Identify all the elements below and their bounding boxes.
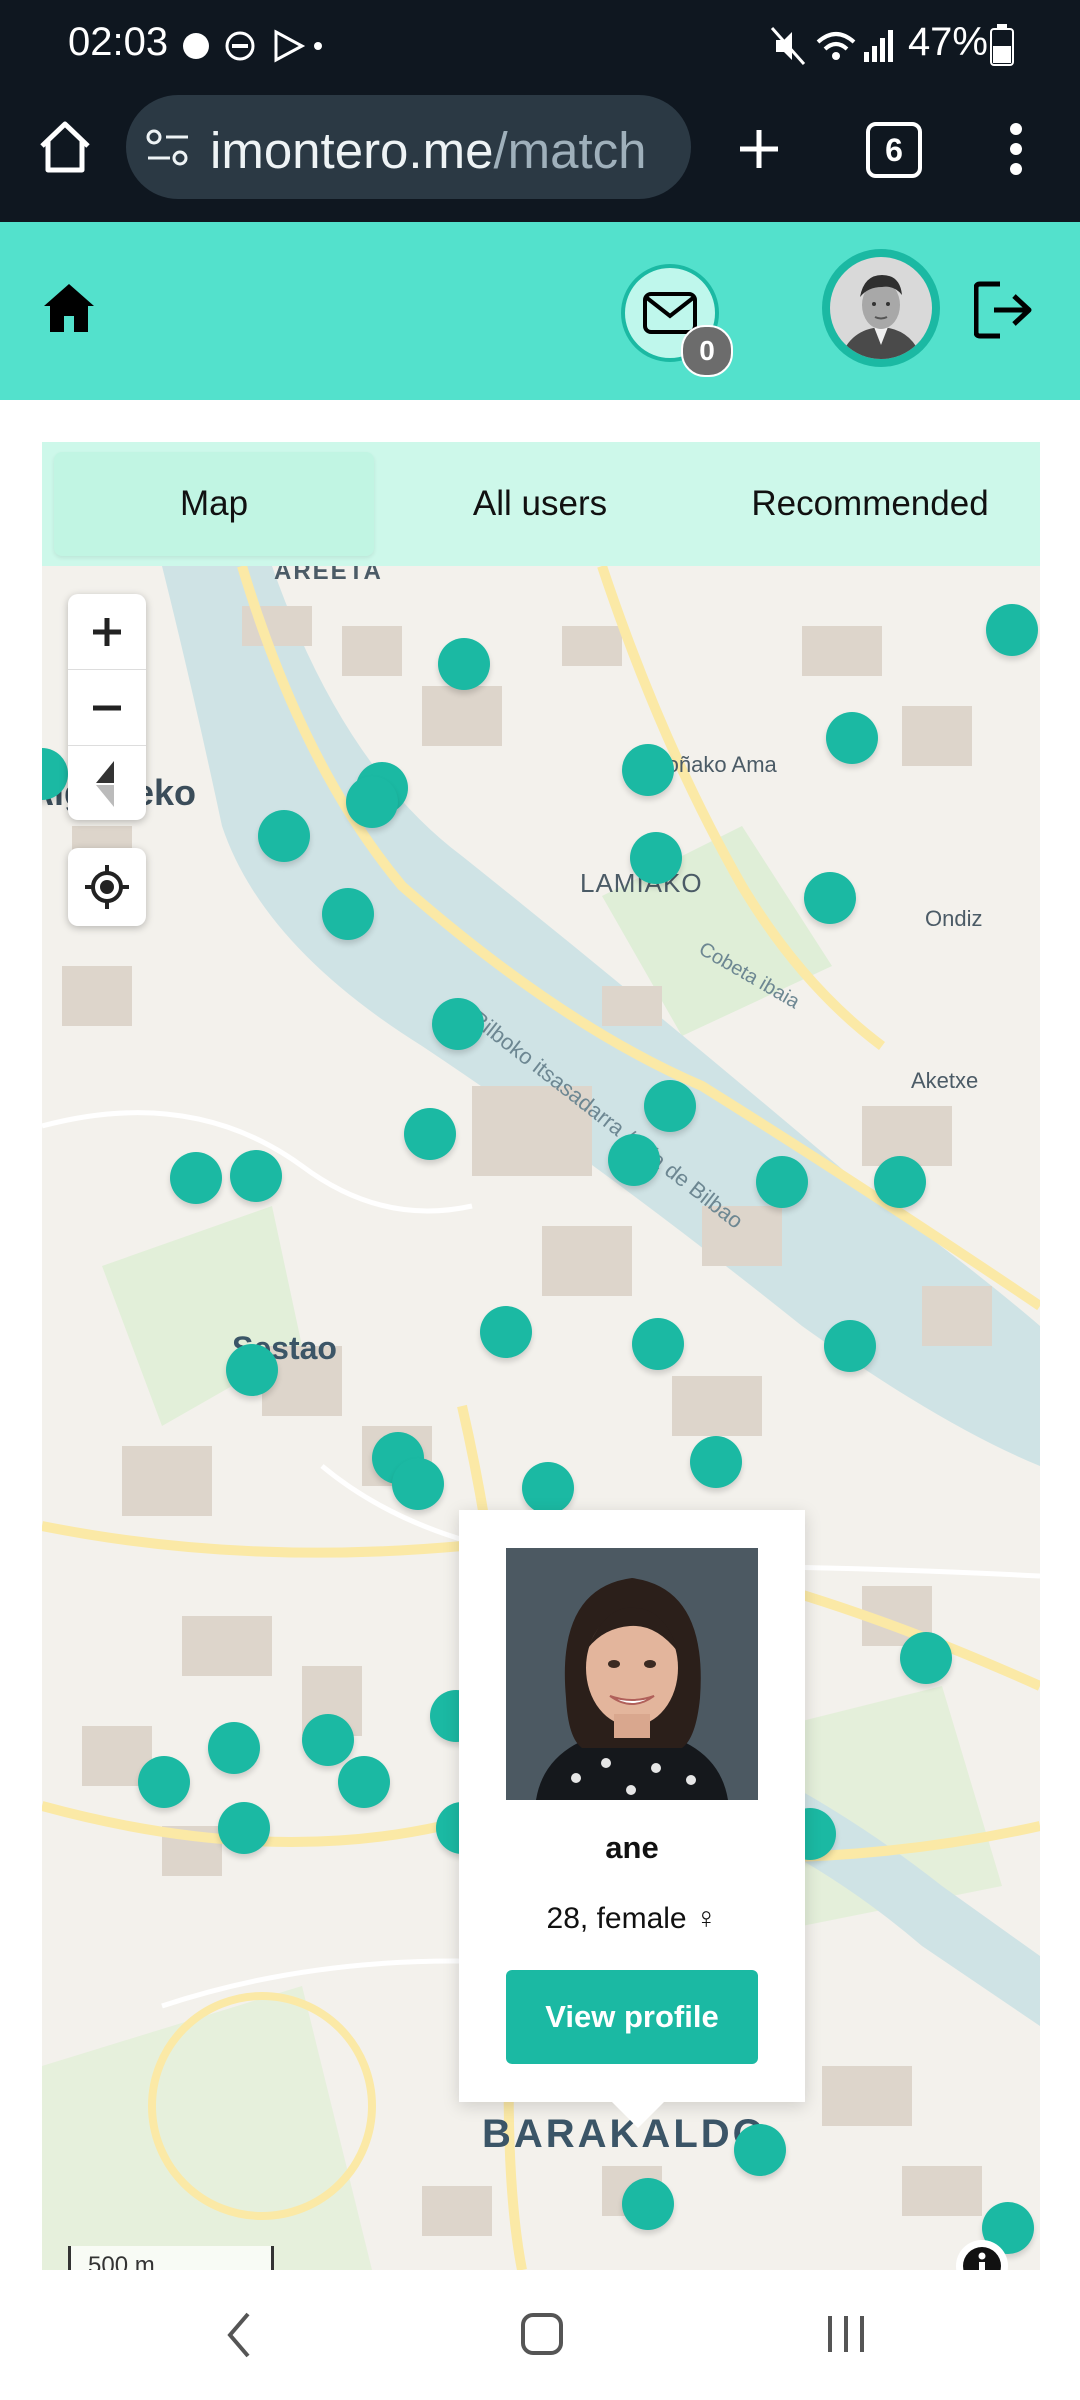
compass-icon: [96, 760, 114, 807]
user-marker[interactable]: [208, 1722, 260, 1774]
compass-button[interactable]: [68, 746, 146, 821]
user-marker[interactable]: [644, 1080, 696, 1132]
user-marker[interactable]: [734, 2124, 786, 2176]
popup-pointer: [612, 2102, 664, 2128]
connectivity-icons: [770, 27, 893, 65]
user-marker[interactable]: [824, 1320, 876, 1372]
locate-icon: [85, 865, 129, 909]
browser-home-icon[interactable]: [38, 118, 92, 176]
user-marker[interactable]: [218, 1802, 270, 1854]
recents-icon[interactable]: [824, 2312, 868, 2356]
plus-icon: [93, 617, 121, 646]
user-marker[interactable]: [804, 872, 856, 924]
user-marker[interactable]: [874, 1156, 926, 1208]
mail-icon: [643, 292, 697, 334]
user-marker[interactable]: [258, 810, 310, 862]
system-navigation-bar: [0, 2270, 1080, 2400]
popup-username: ane: [605, 1830, 659, 1865]
status-bar: 02:03 47%: [0, 0, 1080, 88]
zoom-in-button[interactable]: [68, 594, 146, 669]
site-settings-icon[interactable]: [146, 128, 192, 168]
user-marker[interactable]: [338, 1756, 390, 1808]
user-marker[interactable]: [432, 998, 484, 1050]
zoom-out-button[interactable]: [68, 670, 146, 745]
profile-portrait: [506, 1548, 758, 1800]
map-label-aketxe: Aketxe: [911, 1068, 979, 1093]
status-time: 02:03: [68, 20, 169, 64]
user-marker[interactable]: [226, 1344, 278, 1396]
url-host: imontero.me: [210, 122, 494, 179]
minus-icon: [93, 705, 121, 710]
user-marker[interactable]: [608, 1134, 660, 1186]
user-marker[interactable]: [826, 712, 878, 764]
new-tab-icon[interactable]: [736, 126, 782, 172]
view-tabs: Map All users Recommended: [42, 442, 1040, 566]
geolocate-button[interactable]: [68, 848, 146, 926]
user-marker[interactable]: [170, 1152, 222, 1204]
user-marker[interactable]: [404, 1108, 456, 1160]
user-marker[interactable]: [690, 1436, 742, 1488]
messages-count-badge: 0: [681, 325, 733, 377]
battery-icon: [990, 24, 1014, 66]
url-text[interactable]: imontero.me/match: [210, 121, 647, 180]
tab-recommended[interactable]: Recommended: [706, 452, 1034, 556]
popup-user-info: 28, female ♀: [546, 1902, 718, 1935]
notification-icons: [183, 29, 322, 63]
user-marker[interactable]: [230, 1150, 282, 1202]
user-marker[interactable]: [346, 776, 398, 828]
user-marker[interactable]: [756, 1156, 808, 1208]
browser-menu-icon[interactable]: [1008, 122, 1024, 176]
profile-photo: [506, 1548, 758, 1800]
tab-all-users[interactable]: All users: [380, 452, 700, 556]
home-nav-icon[interactable]: [520, 2312, 564, 2356]
user-marker[interactable]: [438, 638, 490, 690]
tab-switcher-button[interactable]: 6: [866, 122, 922, 178]
user-marker[interactable]: [986, 604, 1038, 656]
user-marker[interactable]: [622, 744, 674, 796]
map-nav-controls: [68, 594, 146, 820]
user-marker[interactable]: [522, 1462, 574, 1514]
view-profile-button[interactable]: View profile: [506, 1970, 758, 2064]
user-marker[interactable]: [302, 1714, 354, 1766]
back-icon[interactable]: [224, 2310, 254, 2360]
user-marker[interactable]: [392, 1458, 444, 1510]
logout-icon[interactable]: [974, 280, 1034, 340]
user-marker[interactable]: [622, 2178, 674, 2230]
user-avatar[interactable]: [822, 249, 940, 367]
user-marker[interactable]: [630, 832, 682, 884]
map-label-areeta: AREETA: [274, 566, 383, 585]
user-marker[interactable]: [322, 888, 374, 940]
map-label-ondiz: Ondiz: [925, 906, 983, 931]
avatar-portrait: [830, 257, 932, 359]
user-marker[interactable]: [900, 1632, 952, 1684]
home-icon[interactable]: [42, 282, 96, 334]
user-marker[interactable]: [138, 1756, 190, 1808]
battery-percent: 47%: [907, 20, 988, 64]
url-path: /match: [493, 122, 647, 179]
tab-map[interactable]: Map: [54, 452, 374, 556]
user-marker[interactable]: [480, 1306, 532, 1358]
user-popup: ane 28, female ♀ View profile: [459, 1510, 805, 2102]
user-marker[interactable]: [632, 1318, 684, 1370]
